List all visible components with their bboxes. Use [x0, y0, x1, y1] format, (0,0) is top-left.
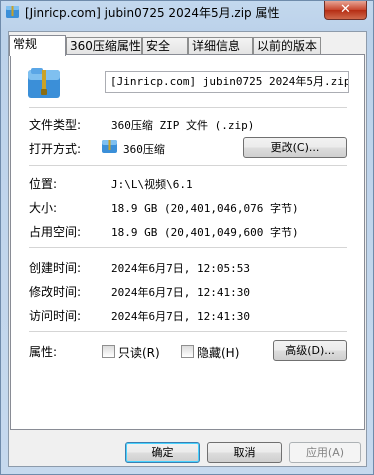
- modified-label: 修改时间:: [29, 285, 82, 299]
- size-label: 大小:: [29, 201, 58, 215]
- accessed-label: 访问时间:: [29, 309, 82, 323]
- hidden-checkbox[interactable]: [181, 345, 194, 358]
- cancel-button[interactable]: 取消: [207, 442, 282, 463]
- file-type-value: 360压缩 ZIP 文件 (.zip): [111, 119, 255, 132]
- ok-button[interactable]: 确定: [125, 442, 200, 463]
- accessed-value: 2024年6月7日, 12:41:30: [111, 310, 250, 323]
- tab-label: 安全: [146, 39, 171, 53]
- title-bar[interactable]: [Jinricp.com] jubin0725 2024年5月.zip 属性 ✕: [1, 1, 373, 23]
- created-value: 2024年6月7日, 12:05:53: [111, 262, 250, 275]
- attributes-label: 属性:: [29, 345, 58, 359]
- divider: [29, 331, 347, 332]
- ok-button-label: 确定: [151, 446, 174, 459]
- tab-label: 详细信息: [192, 39, 241, 53]
- close-icon: ✕: [340, 2, 351, 17]
- change-button-label: 更改(C)...: [270, 141, 320, 154]
- properties-window: [Jinricp.com] jubin0725 2024年5月.zip 属性 ✕…: [0, 0, 374, 475]
- advanced-button-label: 高级(D)...: [285, 344, 335, 357]
- tab-label: 360压缩属性: [70, 39, 141, 53]
- opens-with-label: 打开方式:: [29, 142, 82, 156]
- divider: [29, 107, 347, 108]
- divider: [29, 165, 347, 166]
- zip-file-icon: [5, 4, 20, 19]
- created-label: 创建时间:: [29, 261, 82, 275]
- location-value: J:\L\视频\6.1: [111, 178, 193, 191]
- apply-button[interactable]: 应用(A): [289, 442, 361, 463]
- tab-security[interactable]: 安全: [142, 37, 188, 55]
- modified-value: 2024年6月7日, 12:41:30: [111, 286, 250, 299]
- window-title: [Jinricp.com] jubin0725 2024年5月.zip 属性: [25, 6, 280, 20]
- file-name-field[interactable]: [Jinricp.com] jubin0725 2024年5月.zip: [105, 71, 349, 93]
- tab-details[interactable]: 详细信息: [188, 37, 253, 55]
- apply-button-label: 应用(A): [305, 446, 345, 459]
- zip-app-icon: [102, 139, 118, 153]
- opens-with-value: 360压缩: [123, 143, 165, 156]
- close-button[interactable]: ✕: [324, 1, 367, 20]
- readonly-label: 只读(R): [118, 346, 160, 360]
- tab-previous-versions[interactable]: 以前的版本: [253, 37, 321, 55]
- readonly-checkbox[interactable]: [102, 345, 115, 358]
- divider: [29, 247, 347, 248]
- cancel-button-label: 取消: [233, 446, 256, 459]
- tab-general[interactable]: 常规: [9, 35, 66, 56]
- hidden-label: 隐藏(H): [197, 346, 240, 360]
- location-label: 位置:: [29, 177, 58, 191]
- change-button[interactable]: 更改(C)...: [243, 137, 347, 158]
- advanced-button[interactable]: 高级(D)...: [273, 340, 347, 361]
- tab-360-properties[interactable]: 360压缩属性: [66, 37, 142, 55]
- tab-label: 常规: [13, 37, 38, 51]
- size-on-disk-value: 18.9 GB (20,401,049,600 字节): [111, 226, 299, 239]
- file-name-text: [Jinricp.com] jubin0725 2024年5月.zip: [110, 75, 349, 88]
- general-panel: [Jinricp.com] jubin0725 2024年5月.zip 文件类型…: [10, 54, 365, 430]
- size-value: 18.9 GB (20,401,046,076 字节): [111, 202, 299, 215]
- zip-archive-icon: [27, 67, 61, 99]
- tab-label: 以前的版本: [257, 39, 318, 53]
- size-on-disk-label: 占用空间:: [29, 225, 82, 239]
- file-type-label: 文件类型:: [29, 118, 82, 132]
